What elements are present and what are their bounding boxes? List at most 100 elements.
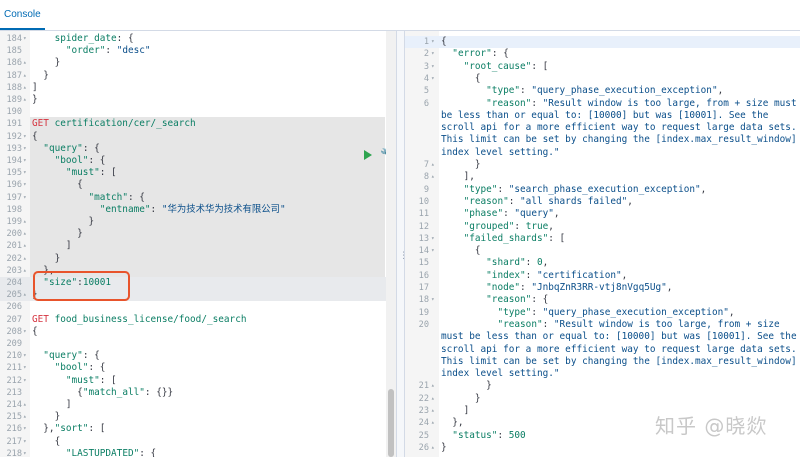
- fold-toggle-icon[interactable]: ▴: [431, 405, 437, 417]
- code-text: "node": "JnbqZnR3RR-vtj8nVgq5Ug",: [441, 282, 672, 294]
- code-text: {: [32, 179, 83, 191]
- code-token: ]: [32, 81, 38, 93]
- fold-toggle-icon[interactable]: ▴: [23, 82, 29, 94]
- fold-toggle-icon[interactable]: ▴: [23, 411, 29, 423]
- line-number: 22: [418, 393, 429, 404]
- code-text: ]: [32, 399, 72, 411]
- code-token: : {: [116, 33, 134, 44]
- pane-resizer[interactable]: ⋮: [396, 31, 408, 457]
- code-text: }: [32, 411, 61, 423]
- fold-toggle-icon[interactable]: ▾: [431, 61, 437, 73]
- line-number: 217: [6, 436, 22, 447]
- code-token: "reason": [486, 97, 532, 109]
- code-token: food_business_license/food/_search: [54, 313, 247, 325]
- fold-toggle-icon[interactable]: ▾: [431, 48, 437, 60]
- code-line: scroll api for a more efficient way to r…: [405, 122, 800, 134]
- code-token: "reason": [497, 318, 543, 330]
- code-token: "type": [463, 183, 498, 195]
- code-token: "desc": [116, 45, 151, 57]
- fold-toggle-icon[interactable]: ▴: [23, 265, 29, 277]
- fold-toggle-icon[interactable]: ▴: [23, 228, 29, 240]
- fold-toggle-icon[interactable]: ▾: [23, 33, 29, 45]
- code-token: }: [441, 159, 481, 170]
- fold-toggle-icon[interactable]: ▾: [23, 167, 29, 179]
- code-token: ]: [32, 240, 72, 252]
- fold-toggle-icon[interactable]: ▾: [23, 436, 29, 448]
- fold-toggle-icon[interactable]: ▴: [431, 442, 437, 454]
- fold-toggle-icon[interactable]: ▾: [23, 350, 29, 362]
- code-token: :: [514, 220, 526, 232]
- fold-toggle-icon[interactable]: ▴: [23, 289, 29, 301]
- tab-console[interactable]: Console: [0, 0, 45, 30]
- code-text: }: [32, 57, 61, 69]
- line-number: 196: [6, 180, 22, 191]
- fold-toggle-icon[interactable]: ▴: [23, 399, 29, 411]
- code-token: "match_all": [82, 386, 145, 398]
- response-viewer[interactable]: 1 ▾{2 ▾ "error": {3 ▾ "root_cause": [4 ▾ {5 …: [405, 31, 800, 457]
- fold-toggle-icon[interactable]: ▾: [431, 245, 437, 257]
- fold-toggle-icon[interactable]: ▴: [23, 94, 29, 106]
- code-token: {: [32, 179, 83, 191]
- request-editor[interactable]: 184 ▾ spider_date: {185 "order": "desc" 18…: [0, 31, 396, 457]
- request-scrollbar[interactable]: [386, 31, 396, 457]
- fold-toggle-icon[interactable]: ▴: [431, 380, 437, 392]
- fold-toggle-icon[interactable]: ▾: [23, 192, 29, 204]
- code-text: }: [441, 380, 492, 392]
- fold-toggle-icon[interactable]: ▾: [431, 36, 437, 48]
- code-token: : [: [548, 232, 566, 244]
- fold-toggle-icon[interactable]: ▾: [431, 73, 437, 85]
- fold-toggle-icon[interactable]: ▴: [23, 70, 29, 82]
- fold-toggle-icon[interactable]: ▾: [23, 326, 29, 338]
- code-token: : {}}: [144, 386, 174, 398]
- code-line: 185 "order": "desc": [0, 45, 396, 57]
- fold-toggle-icon[interactable]: ▾: [23, 423, 29, 435]
- line-number: 1: [423, 37, 429, 47]
- fold-toggle-icon[interactable]: ▴: [23, 57, 29, 69]
- line-number: 184: [6, 34, 22, 44]
- line-number: 210: [6, 351, 22, 362]
- fold-toggle-icon[interactable]: ▾: [23, 448, 29, 457]
- code-text: "reason": {: [441, 294, 548, 306]
- fold-toggle-icon[interactable]: ▾: [23, 362, 29, 374]
- code-line: 192 ▾{: [0, 131, 396, 143]
- code-line: 190: [0, 106, 396, 118]
- fold-toggle-icon[interactable]: ▴: [431, 159, 437, 171]
- code-line: 202 ▴ }: [0, 253, 396, 265]
- code-text: }: [441, 442, 447, 454]
- code-token: :: [508, 195, 521, 207]
- code-token: {: [441, 36, 447, 47]
- fold-toggle-icon[interactable]: ▴: [23, 216, 29, 228]
- code-line: 194 ▾ "bool": {: [0, 155, 396, 167]
- code-line: 10 "reason": "all shards failed",: [405, 196, 800, 208]
- fold-toggle-icon[interactable]: ▴: [431, 393, 437, 405]
- code-line: This limit can be set by changing the [i…: [405, 356, 800, 368]
- fold-toggle-icon[interactable]: ▴: [431, 417, 437, 429]
- fold-toggle-icon[interactable]: ▾: [431, 233, 437, 245]
- code-token: : {: [82, 350, 100, 362]
- fold-toggle-icon[interactable]: ▾: [23, 143, 29, 155]
- code-token: This limit can be set by changing the [i…: [441, 134, 797, 146]
- line-number: 198: [6, 204, 22, 215]
- fold-toggle-icon[interactable]: ▾: [23, 179, 29, 191]
- code-line: 200 ▴ }: [0, 228, 396, 240]
- fold-toggle-icon[interactable]: ▾: [23, 375, 29, 387]
- code-token: :: [525, 269, 537, 281]
- play-icon[interactable]: [364, 150, 372, 160]
- fold-toggle-icon[interactable]: ▴: [431, 171, 437, 183]
- code-token: {: [32, 435, 61, 447]
- fold-toggle-icon[interactable]: ▾: [23, 131, 29, 143]
- fold-toggle-icon[interactable]: ▴: [23, 253, 29, 265]
- line-number: 193: [6, 143, 22, 154]
- code-token: "search_phase_execution_exception": [508, 183, 701, 195]
- code-text: "failed_shards": [: [441, 232, 566, 245]
- request-scrollbar-thumb[interactable]: [388, 389, 394, 457]
- fold-toggle-icon[interactable]: ▾: [431, 294, 437, 306]
- fold-toggle-icon[interactable]: ▾: [23, 155, 29, 167]
- code-text: "root_cause": [: [441, 61, 549, 73]
- fold-toggle-icon[interactable]: ▴: [23, 240, 29, 252]
